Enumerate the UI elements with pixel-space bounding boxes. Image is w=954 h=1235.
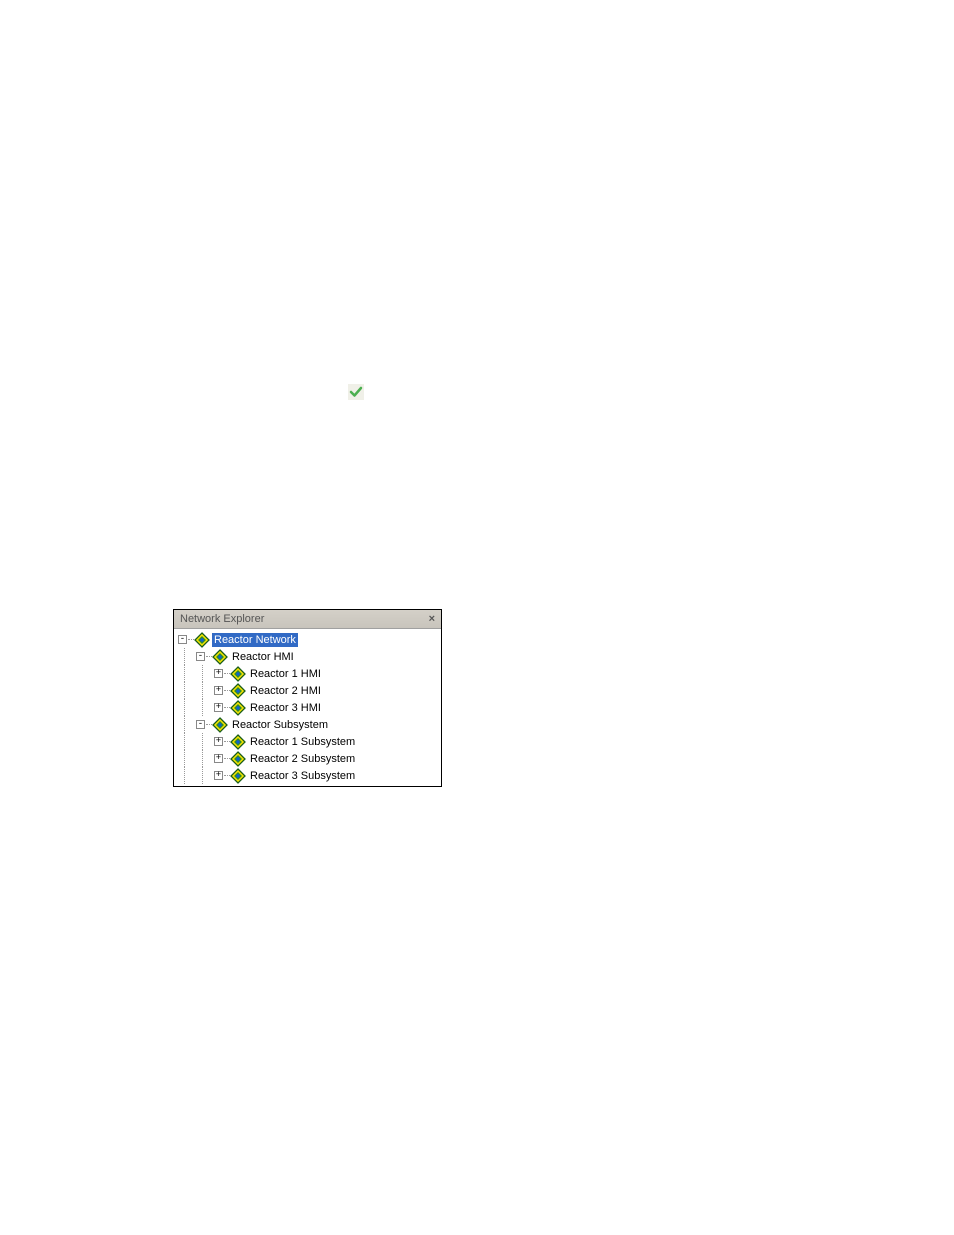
panel-header: Network Explorer ×	[174, 610, 441, 629]
tree-node[interactable]: + Reactor 1 HMI	[174, 665, 441, 682]
expand-toggle[interactable]: +	[214, 754, 223, 763]
expand-toggle[interactable]: +	[214, 737, 223, 746]
diamond-icon	[230, 734, 246, 750]
collapse-toggle[interactable]: -	[178, 635, 187, 644]
tree-indent	[174, 750, 192, 767]
tree-indent	[192, 665, 210, 682]
tree-indent	[174, 767, 192, 784]
tree-indent	[174, 699, 192, 716]
expand-toggle[interactable]: +	[214, 686, 223, 695]
close-icon[interactable]: ×	[427, 613, 437, 625]
tree-indent	[174, 716, 192, 733]
diamond-icon	[230, 683, 246, 699]
tree-node[interactable]: - Reactor HMI	[174, 648, 441, 665]
expand-toggle[interactable]: +	[214, 771, 223, 780]
checkmark-icon	[348, 384, 364, 400]
tree-indent	[174, 665, 192, 682]
diamond-icon	[194, 632, 210, 648]
tree-indent	[192, 733, 210, 750]
expand-toggle[interactable]: +	[214, 703, 223, 712]
tree-node-label[interactable]: Reactor 3 Subsystem	[248, 769, 357, 783]
diamond-icon	[230, 768, 246, 784]
tree-node[interactable]: + Reactor 2 HMI	[174, 682, 441, 699]
tree-indent	[192, 699, 210, 716]
tree-indent	[192, 767, 210, 784]
diamond-icon	[230, 666, 246, 682]
tree-node[interactable]: + Reactor 1 Subsystem	[174, 733, 441, 750]
tree-node[interactable]: - Reactor Subsystem	[174, 716, 441, 733]
tree-node[interactable]: + Reactor 3 Subsystem	[174, 767, 441, 784]
collapse-toggle[interactable]: -	[196, 652, 205, 661]
diamond-icon	[230, 751, 246, 767]
collapse-toggle[interactable]: -	[196, 720, 205, 729]
diamond-icon	[212, 717, 228, 733]
network-explorer-panel: Network Explorer × -Reactor Network-Reac…	[173, 609, 442, 787]
tree-node-label[interactable]: Reactor 2 HMI	[248, 684, 323, 698]
tree-node[interactable]: - Reactor Network	[174, 631, 441, 648]
tree-node-label[interactable]: Reactor 1 HMI	[248, 667, 323, 681]
tree-view[interactable]: -Reactor Network-Reactor HMI+Reactor 1 H…	[174, 629, 441, 786]
tree-indent	[192, 682, 210, 699]
tree-node[interactable]: + Reactor 2 Subsystem	[174, 750, 441, 767]
tree-node-label[interactable]: Reactor HMI	[230, 650, 296, 664]
tree-indent	[174, 733, 192, 750]
tree-node-label[interactable]: Reactor 3 HMI	[248, 701, 323, 715]
tree-node-label[interactable]: Reactor Subsystem	[230, 718, 330, 732]
tree-indent	[192, 750, 210, 767]
diamond-icon	[230, 700, 246, 716]
tree-node-label[interactable]: Reactor 1 Subsystem	[248, 735, 357, 749]
tree-node-label[interactable]: Reactor 2 Subsystem	[248, 752, 357, 766]
tree-indent	[174, 648, 192, 665]
tree-node[interactable]: + Reactor 3 HMI	[174, 699, 441, 716]
tree-node-label[interactable]: Reactor Network	[212, 633, 298, 647]
expand-toggle[interactable]: +	[214, 669, 223, 678]
tree-indent	[174, 682, 192, 699]
diamond-icon	[212, 649, 228, 665]
panel-title: Network Explorer	[180, 613, 264, 625]
